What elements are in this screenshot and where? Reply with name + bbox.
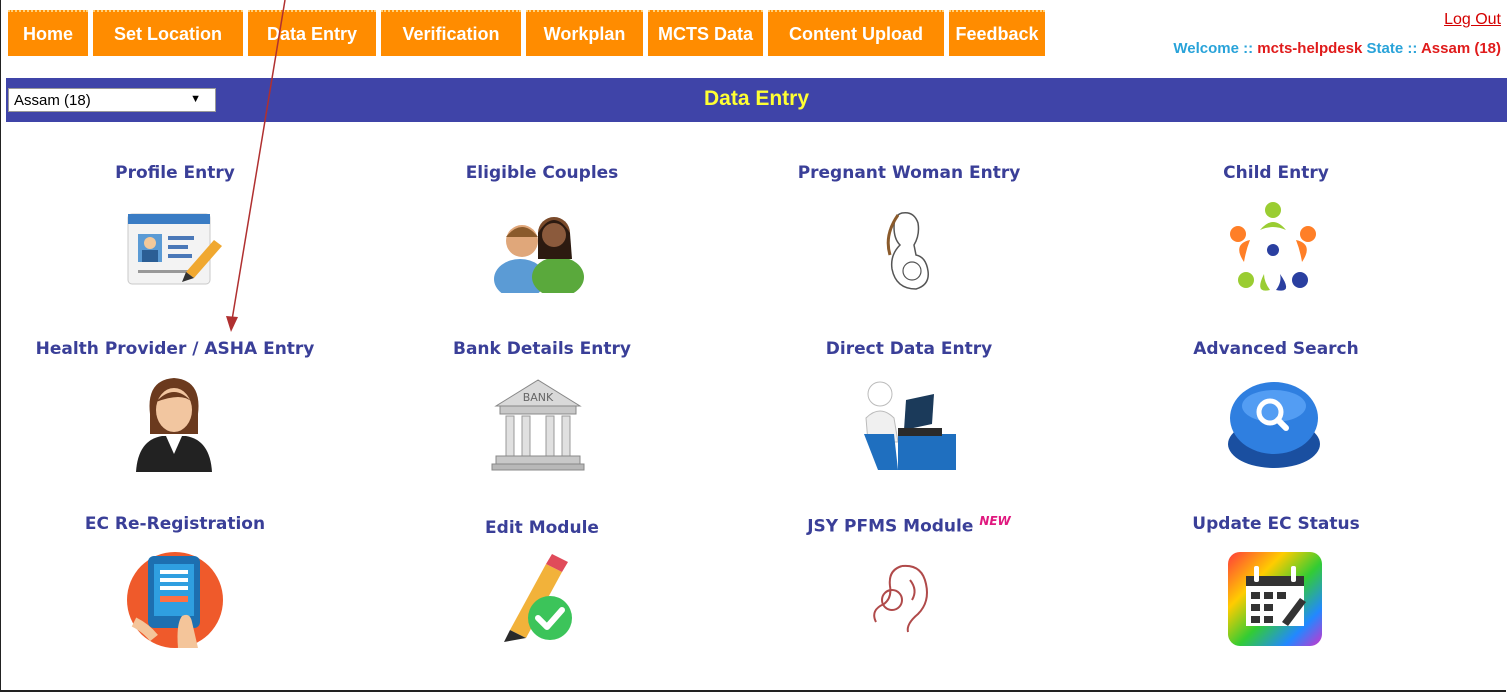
module-pregnant-woman-entry[interactable]: Pregnant Woman Entry bbox=[729, 163, 1089, 183]
module-health-provider-asha-entry[interactable]: Health Provider / ASHA Entry bbox=[0, 339, 355, 359]
module-label: Health Provider / ASHA Entry bbox=[35, 339, 315, 359]
module-advanced-search[interactable]: Advanced Search bbox=[1096, 339, 1456, 359]
welcome-line: Welcome :: mcts-helpdesk State :: Assam … bbox=[1173, 40, 1501, 57]
module-label: Advanced Search bbox=[1193, 339, 1359, 359]
module-bank-details-entry[interactable]: Bank Details Entry bbox=[362, 339, 722, 359]
mother-child-icon bbox=[873, 564, 928, 633]
person-laptop-icon bbox=[864, 381, 956, 470]
nav-tab-workplan[interactable]: Workplan bbox=[526, 10, 643, 56]
module-child-entry[interactable]: Child Entry bbox=[1096, 163, 1456, 183]
welcome-state: Assam (18) bbox=[1420, 40, 1501, 57]
bank-icon: BANK bbox=[491, 379, 585, 471]
page-title: Data Entry bbox=[703, 87, 810, 110]
module-edit-module[interactable]: Edit Module bbox=[362, 518, 722, 538]
nav-tab-home[interactable]: Home bbox=[8, 10, 88, 56]
nav-tab-mcts-data[interactable]: MCTS Data bbox=[648, 10, 763, 56]
module-label: Profile Entry bbox=[115, 163, 235, 183]
nav-tab-content-upload[interactable]: Content Upload bbox=[768, 10, 944, 56]
welcome-user: mcts-helpdesk bbox=[1257, 40, 1363, 57]
header-bar: Assam (18) ▼ Data Entry bbox=[6, 78, 1507, 122]
module-label: JSY PFMS Module NEW bbox=[807, 514, 1011, 537]
module-ec-re-registration[interactable]: EC Re-Registration bbox=[0, 514, 355, 534]
profile-card-icon bbox=[127, 213, 222, 285]
nav-tab-verification[interactable]: Verification bbox=[381, 10, 521, 56]
search-button-icon bbox=[1228, 382, 1320, 468]
module-label: Bank Details Entry bbox=[453, 339, 631, 359]
module-label: Update EC Status bbox=[1192, 514, 1360, 534]
module-update-ec-status[interactable]: Update EC Status bbox=[1096, 514, 1456, 534]
pencil-check-icon bbox=[504, 554, 572, 642]
welcome-label: Welcome :: bbox=[1173, 40, 1254, 57]
module-profile-entry[interactable]: Profile Entry bbox=[0, 163, 355, 183]
couple-icon bbox=[494, 217, 584, 293]
module-label: Child Entry bbox=[1223, 163, 1329, 183]
module-label: Edit Module bbox=[485, 518, 599, 538]
top-nav: Home Set Location Data Entry Verificatio… bbox=[8, 10, 1050, 56]
children-circle-icon bbox=[1230, 202, 1316, 291]
woman-provider-icon bbox=[136, 378, 212, 472]
pregnant-woman-icon bbox=[886, 211, 929, 290]
state-label: State :: bbox=[1366, 40, 1418, 57]
nav-tab-data-entry[interactable]: Data Entry bbox=[248, 10, 376, 56]
svg-text:BANK: BANK bbox=[523, 391, 554, 404]
calendar-icon bbox=[1228, 552, 1322, 646]
module-label: Direct Data Entry bbox=[825, 339, 993, 359]
nav-tab-set-location[interactable]: Set Location bbox=[93, 10, 243, 56]
logout-link[interactable]: Log Out bbox=[1444, 11, 1501, 29]
module-direct-data-entry[interactable]: Direct Data Entry bbox=[729, 339, 1089, 359]
module-jsy-pfms-module[interactable]: JSY PFMS Module NEW bbox=[729, 514, 1089, 537]
nav-tab-feedback[interactable]: Feedback bbox=[949, 10, 1045, 56]
module-label: EC Re-Registration bbox=[84, 514, 266, 534]
module-eligible-couples[interactable]: Eligible Couples bbox=[362, 163, 722, 183]
module-label: Eligible Couples bbox=[465, 163, 619, 183]
module-label: Pregnant Woman Entry bbox=[797, 163, 1021, 183]
new-badge: NEW bbox=[979, 514, 1011, 528]
tablet-form-icon bbox=[127, 552, 223, 648]
